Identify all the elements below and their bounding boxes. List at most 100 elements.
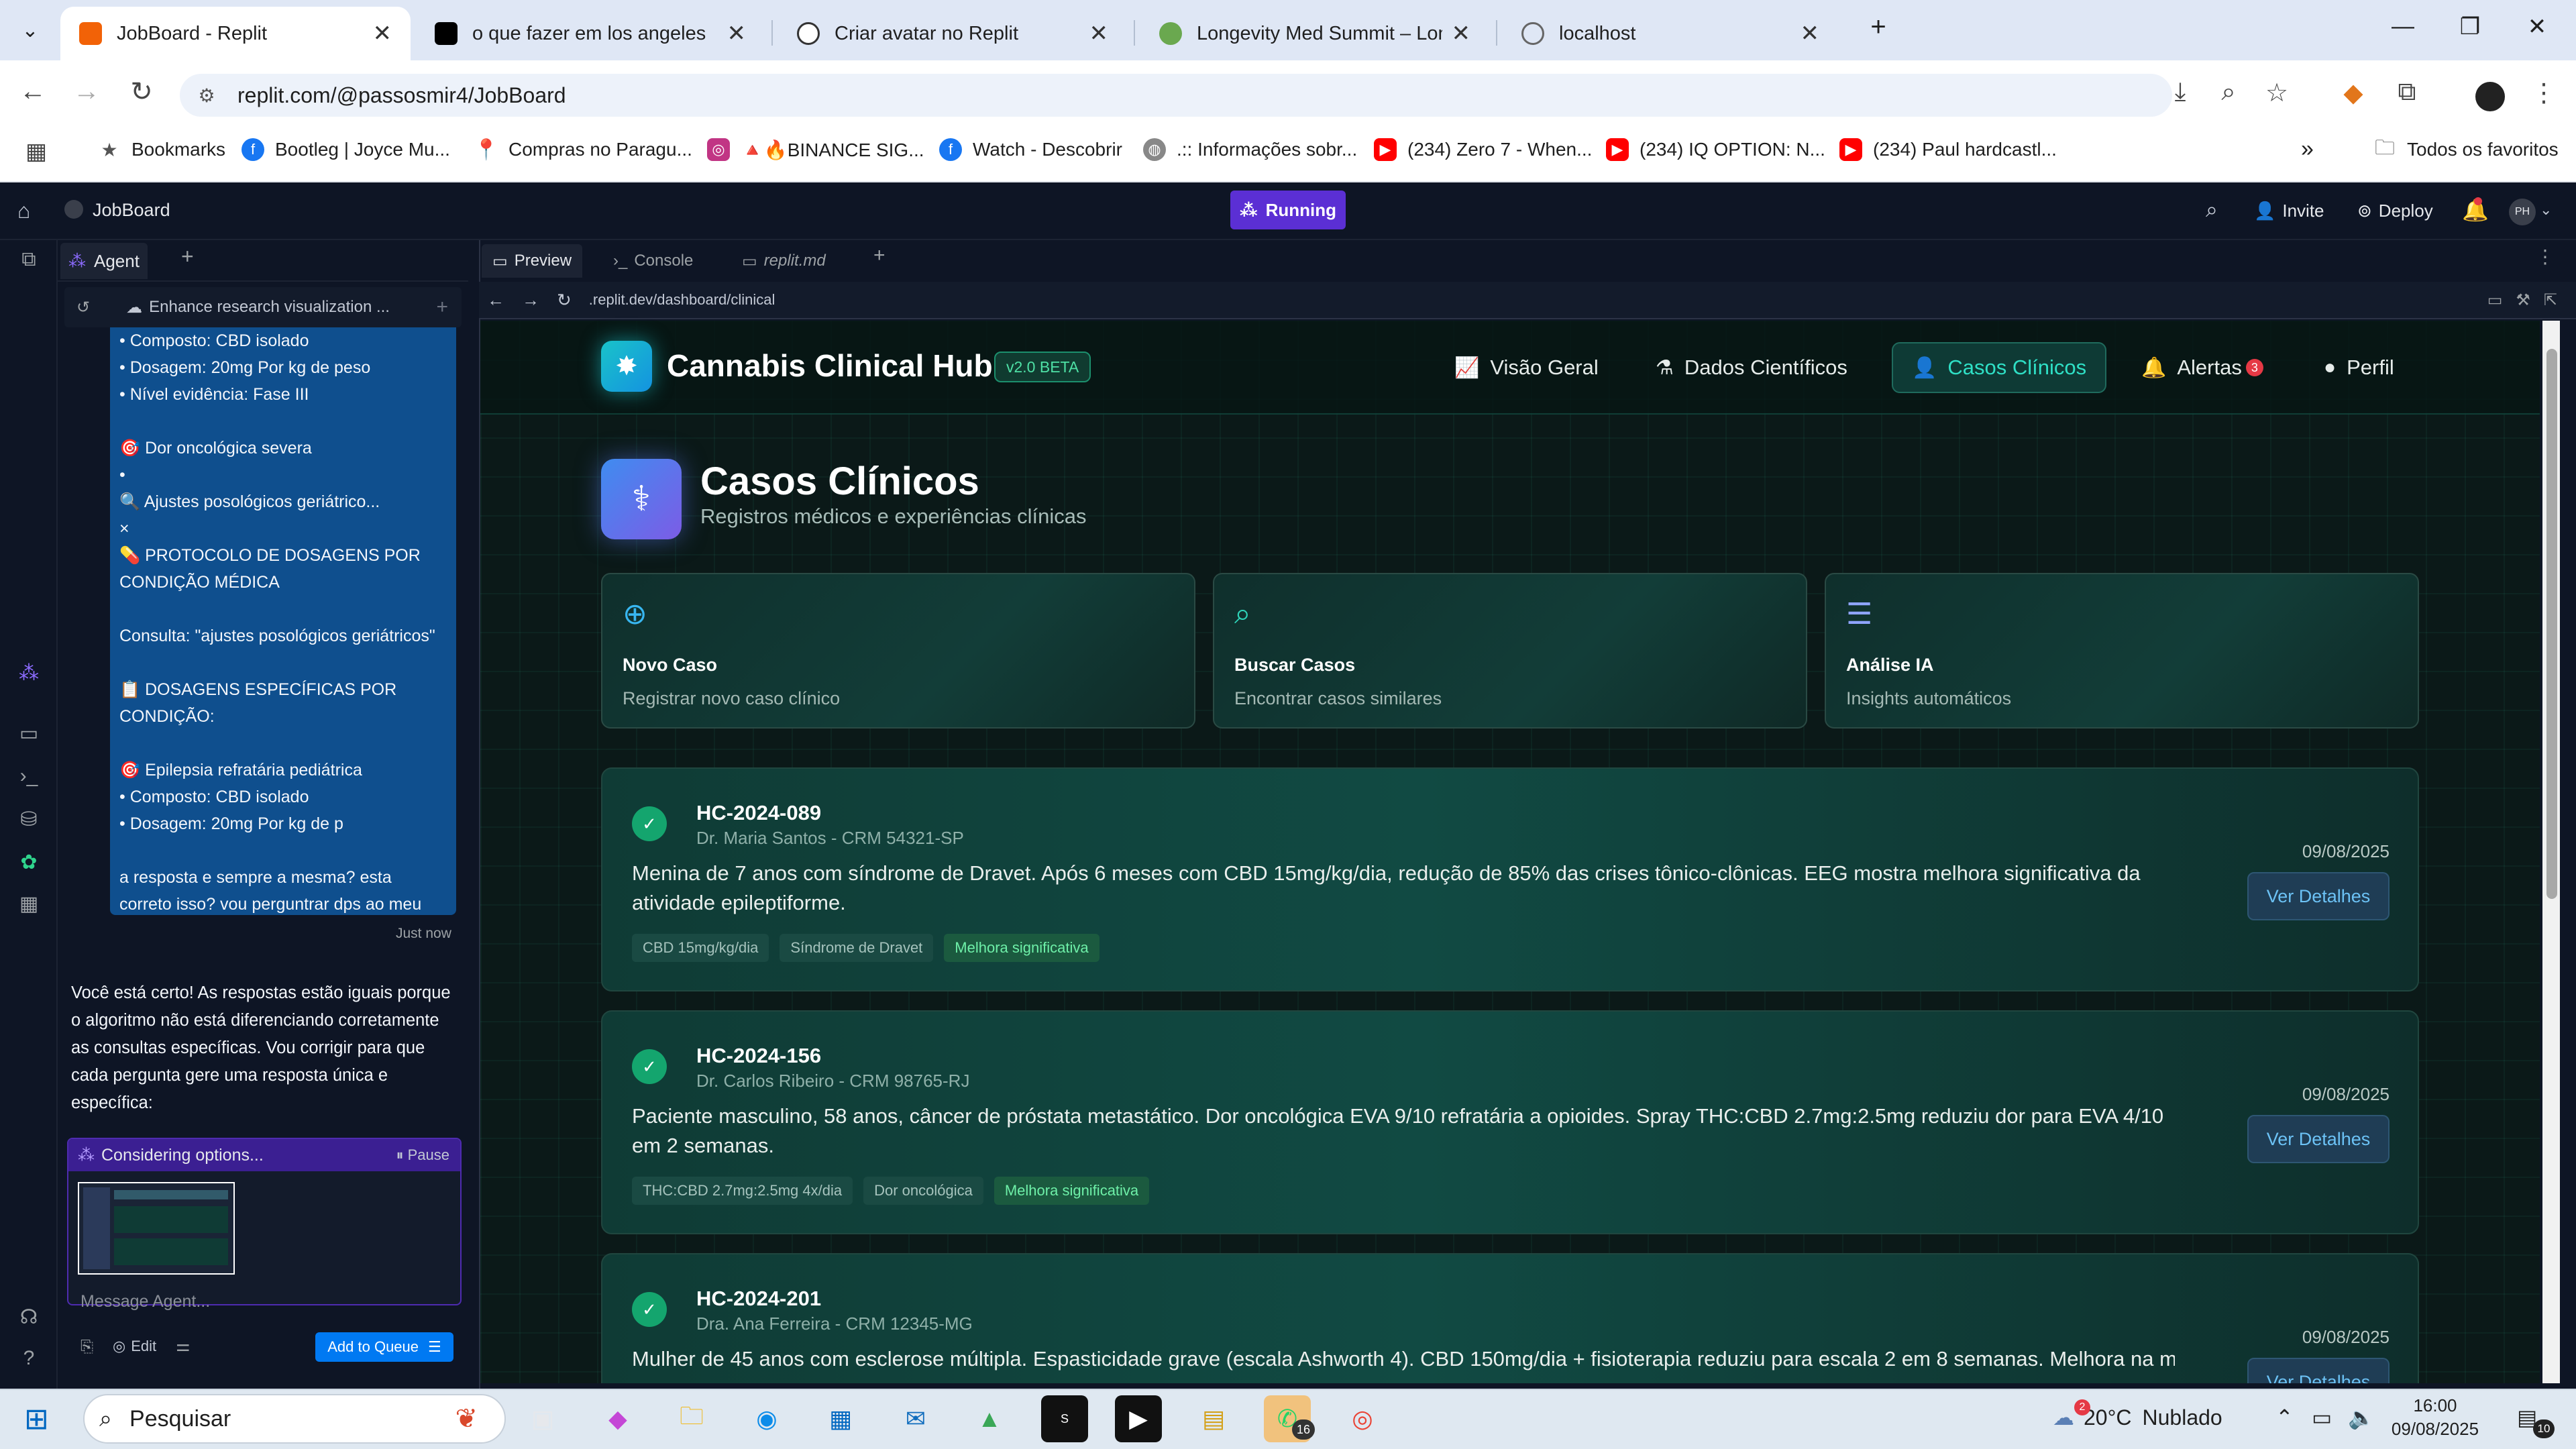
taskbar-search[interactable]: ⌕ Pesquisar ❦ — [83, 1394, 506, 1444]
close-icon[interactable]: ✕ — [727, 20, 747, 47]
nav-dados-cientificos[interactable]: ⚗ Dados Científicos — [1637, 342, 1866, 393]
terminal-icon[interactable]: ▶ — [1115, 1395, 1162, 1442]
close-window-button[interactable]: ✕ — [2517, 13, 2557, 40]
bookmark-item[interactable]: ▶ (234) Zero 7 - When... — [1374, 136, 1592, 163]
chrome-icon[interactable]: ◎ — [1339, 1395, 1386, 1442]
tab-localhost[interactable]: localhost ✕ — [1503, 7, 1838, 60]
forward-icon[interactable]: → — [522, 290, 539, 311]
tab-search-icon[interactable]: ⌄ — [15, 15, 46, 46]
all-bookmarks-folder[interactable]: 🗀 Todos os favoritos — [2373, 136, 2559, 163]
restore-button[interactable]: ❐ — [2450, 13, 2490, 40]
back-icon[interactable]: ← — [487, 290, 504, 311]
new-tab-button[interactable]: + — [1858, 12, 1898, 42]
thread-title[interactable]: Enhance research visualization ... — [149, 298, 390, 317]
devtools-icon[interactable]: ⚒ — [2516, 290, 2530, 310]
more-options-icon[interactable]: ⋮ — [2536, 246, 2555, 268]
metamask-icon[interactable]: ◆ — [2334, 78, 2372, 108]
volume-icon[interactable]: 🔈 — [2348, 1405, 2375, 1430]
windows-start-icon[interactable]: ⊞ — [24, 1402, 49, 1436]
apps-grid-icon[interactable]: ▦ — [25, 138, 47, 165]
screenshot-thumbnail[interactable] — [78, 1182, 235, 1275]
case-card[interactable]: ✓ HC-2024-089 Dr. Maria Santos - CRM 543… — [601, 767, 2419, 991]
agent-icon[interactable]: ⁂ — [12, 656, 46, 690]
console-icon[interactable]: ›_ — [12, 759, 46, 793]
nav-perfil[interactable]: ● Perfil — [2305, 342, 2413, 393]
task-view-icon[interactable]: ▣ — [519, 1395, 566, 1442]
more-bookmarks-icon[interactable]: » — [2301, 136, 2314, 163]
search-icon[interactable]: ⌕ — [2206, 197, 2218, 223]
store-icon[interactable]: ▦ — [817, 1395, 864, 1442]
nav-casos-clinicos[interactable]: 👤 Casos Clínicos — [1892, 342, 2107, 393]
tab-los-angeles[interactable]: o que fazer em los angeles ✕ — [416, 7, 765, 60]
history-icon[interactable]: ↺ — [76, 298, 90, 317]
stake-icon[interactable]: S — [1041, 1395, 1088, 1442]
files-icon[interactable]: ⧉ — [12, 243, 46, 276]
deploy-rail-icon[interactable]: ✿ — [12, 845, 46, 879]
back-icon[interactable]: ← — [16, 76, 50, 107]
minimize-button[interactable]: — — [2383, 13, 2423, 40]
settings-sliders-icon[interactable]: ⚌ — [176, 1336, 191, 1356]
tab-agent[interactable]: ⁂ Agent — [60, 243, 148, 279]
chevron-up-icon[interactable]: ⌃ — [2275, 1405, 2294, 1430]
bookmark-star-icon[interactable]: ☆ — [2258, 78, 2296, 108]
ai-analysis-card[interactable]: ☰ Análise IA Insights automáticos — [1825, 573, 2419, 729]
add-to-queue-button[interactable]: Add to Queue ☰ — [315, 1332, 453, 1362]
database-icon[interactable]: ⛁ — [12, 802, 46, 836]
reload-icon[interactable]: ↻ — [125, 76, 158, 107]
bookmark-item[interactable]: ★ Bookmarks — [98, 136, 225, 163]
home-icon[interactable]: ⌂ — [17, 199, 30, 223]
nav-alertas[interactable]: 🔔 Alertas 3 — [2123, 342, 2282, 393]
bookmark-item[interactable]: ▶ (234) Paul hardcastl... — [1839, 136, 2057, 163]
run-status-button[interactable]: ⁂ Running — [1230, 191, 1346, 229]
tab-replit-md[interactable]: ▭ replit.md — [731, 244, 837, 278]
bookmark-item[interactable]: f Watch - Descobrir — [939, 136, 1122, 163]
attach-icon[interactable]: ⎘ — [80, 1338, 93, 1356]
add-tab-icon[interactable]: + — [181, 244, 194, 269]
devices-icon[interactable]: ▭ — [2487, 290, 2503, 310]
file-explorer-icon[interactable]: 🗀 — [668, 1395, 715, 1442]
preview-icon[interactable]: ▭ — [12, 716, 46, 750]
bookmark-item[interactable]: ▶ (234) IQ OPTION: N... — [1606, 136, 1825, 163]
preview-url[interactable]: .replit.dev/dashboard/clinical — [589, 291, 775, 309]
close-icon[interactable]: ✕ — [373, 20, 392, 47]
reload-icon[interactable]: ↻ — [557, 290, 572, 311]
deploy-button[interactable]: ⊚ Deploy — [2348, 193, 2443, 228]
bookmark-item[interactable]: ◍ .:: Informações sobr... — [1143, 136, 1357, 163]
bookmark-item[interactable]: f Bootleg | Joyce Mu... — [241, 136, 450, 163]
search-cases-card[interactable]: ⌕ Buscar Casos Encontrar casos similares — [1213, 573, 1807, 729]
weather-widget[interactable]: ☁ 2 20°C Nublado — [2053, 1399, 2222, 1430]
browser-menu-icon[interactable]: ⋮ — [2525, 78, 2563, 108]
project-name[interactable]: JobBoard — [93, 200, 170, 221]
close-icon[interactable]: ✕ — [1452, 20, 1471, 47]
tab-longevity[interactable]: Longevity Med Summit – Longe ✕ — [1140, 7, 1489, 60]
tab-jobboard[interactable]: JobBoard - Replit ✕ — [60, 7, 411, 60]
all-tools-icon[interactable]: ▦ — [12, 887, 46, 920]
case-card[interactable]: ✓ HC-2024-156 Dr. Carlos Ribeiro - CRM 9… — [601, 1010, 2419, 1234]
archive-icon[interactable]: ▤ — [1190, 1395, 1237, 1442]
edge-icon[interactable]: ◉ — [743, 1395, 790, 1442]
add-tab-icon[interactable]: + — [873, 244, 885, 267]
network-icon[interactable]: ▭ — [2312, 1405, 2332, 1430]
tab-criar-avatar[interactable]: Criar avatar no Replit ✕ — [778, 7, 1127, 60]
clock[interactable]: 16:00 09/08/2025 — [2388, 1395, 2482, 1440]
tab-console[interactable]: ›_ Console — [602, 244, 704, 278]
question-icon[interactable]: ? — [12, 1342, 46, 1375]
app-icon[interactable]: ▲ — [966, 1395, 1013, 1442]
bookmark-item[interactable]: ◎ 🔺🔥BINANCE SIG... — [707, 136, 924, 163]
cannabis-leaf-icon[interactable]: ✸ — [601, 341, 652, 392]
close-icon[interactable]: ✕ — [1801, 20, 1820, 47]
invite-button[interactable]: 👤 Invite — [2245, 193, 2334, 228]
view-details-button[interactable]: Ver Detalhes — [2247, 1358, 2390, 1383]
address-bar[interactable]: ⚙ replit.com/@passosmir4/JobBoard — [180, 74, 2172, 117]
close-icon[interactable]: ✕ — [1089, 20, 1109, 47]
edit-button[interactable]: ◎ Edit — [113, 1338, 156, 1355]
user-avatar[interactable]: PH — [2509, 199, 2536, 225]
zoom-icon[interactable]: ⌕ — [2210, 78, 2247, 107]
pause-button[interactable]: ⏸ Pause — [396, 1146, 449, 1164]
forward-icon[interactable]: → — [70, 76, 103, 107]
message-input[interactable]: Message Agent... — [80, 1292, 210, 1311]
tab-preview[interactable]: ▭ Preview — [482, 244, 583, 278]
chevron-down-icon[interactable]: ⌄ — [2540, 201, 2552, 219]
copilot-icon[interactable]: ◆ — [594, 1395, 641, 1442]
view-details-button[interactable]: Ver Detalhes — [2247, 1115, 2390, 1163]
